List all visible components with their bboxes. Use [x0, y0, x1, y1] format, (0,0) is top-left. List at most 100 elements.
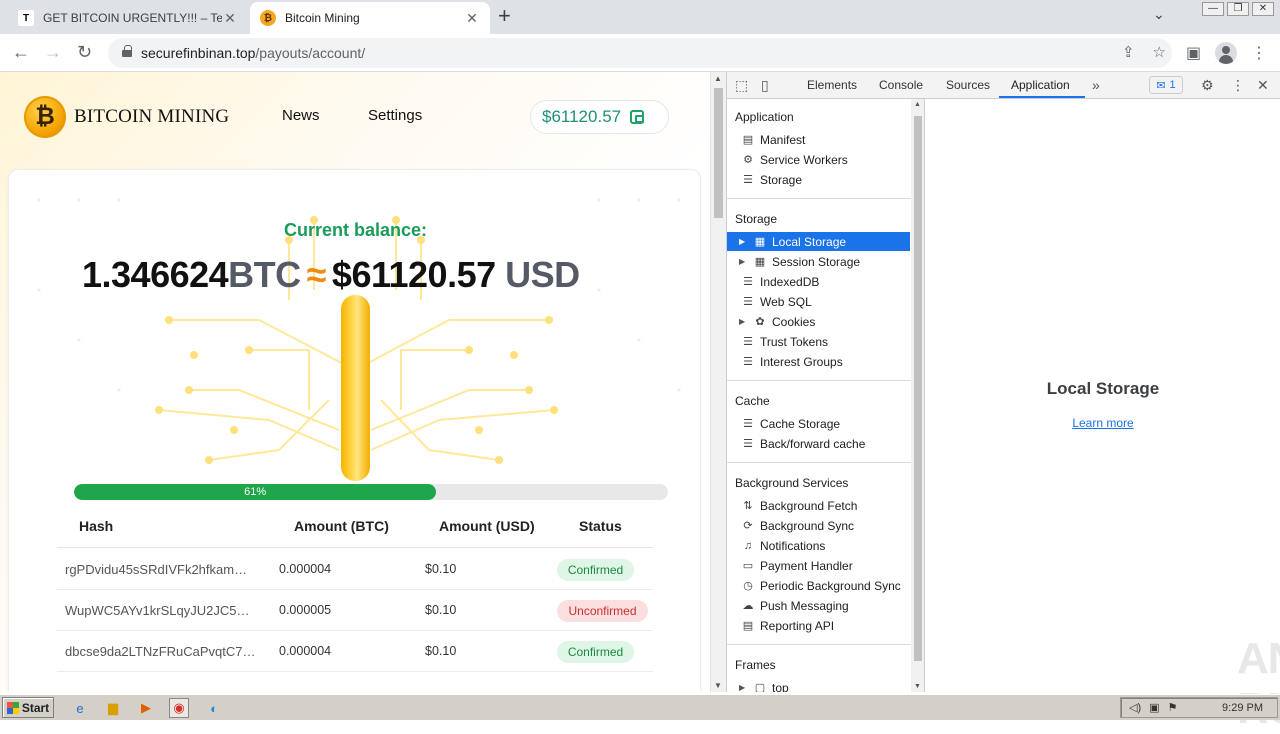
devtools-menu-icon[interactable]: ⋮: [1231, 77, 1245, 94]
sidebar-item-frame-top[interactable]: ▶ ▢ top: [727, 678, 910, 693]
lock-icon[interactable]: [122, 45, 132, 57]
share-icon[interactable]: ⇪: [1122, 43, 1135, 61]
clock[interactable]: 9:29 PM: [1222, 702, 1263, 714]
clock-icon: ◷: [743, 580, 753, 592]
tab-sources[interactable]: Sources: [946, 78, 990, 92]
forward-icon[interactable]: →: [44, 42, 62, 62]
back-icon[interactable]: ←: [12, 42, 30, 62]
device-toolbar-icon[interactable]: ▯: [761, 77, 769, 94]
sidebar-item-background-sync[interactable]: ⟳ Background Sync: [727, 516, 910, 535]
message-icon: ✉: [1156, 79, 1166, 92]
table-row-partial[interactable]: [57, 672, 653, 692]
header-balance-button[interactable]: $61120.57: [530, 100, 669, 134]
reload-icon[interactable]: ↻: [77, 42, 92, 62]
tab-elements[interactable]: Elements: [807, 78, 857, 92]
minimize-button[interactable]: —: [1202, 2, 1224, 16]
learn-more-link[interactable]: Learn more: [925, 416, 1280, 430]
divider: [727, 198, 911, 199]
network-icon[interactable]: ▣: [1149, 701, 1159, 714]
profile-avatar-icon[interactable]: [1215, 42, 1238, 64]
sidebar-item-cache-storage[interactable]: ☰ Cache Storage: [727, 414, 910, 433]
tx-hash[interactable]: rgPDvidu45sSRdIVFk2hfkam…: [65, 562, 261, 577]
more-tabs-chevron-icon[interactable]: »: [1092, 77, 1100, 93]
local-storage-title: Local Storage: [1046, 379, 1160, 398]
close-devtools-icon[interactable]: ✕: [1257, 77, 1269, 94]
close-tab-icon[interactable]: ✕: [222, 10, 238, 27]
sidebar-item-notifications[interactable]: ♫ Notifications: [727, 536, 910, 555]
sidebar-item-interest-groups[interactable]: ☰ Interest Groups: [727, 352, 910, 371]
site-logo[interactable]: ₿ BITCOIN MINING: [24, 96, 229, 138]
table-row[interactable]: WupWC5AYv1krSLqyJU2JC5… 0.000005 $0.10 U…: [57, 590, 653, 631]
sidebar-item-storage[interactable]: ☰ Storage: [727, 170, 910, 189]
scroll-up-arrow-icon[interactable]: ▲: [714, 74, 722, 83]
expand-arrow-icon[interactable]: ▶: [739, 683, 749, 692]
sidebar-item-reporting-api[interactable]: ▤ Reporting API: [727, 616, 910, 635]
gear-icon: ⚙: [743, 154, 753, 166]
tx-hash[interactable]: WupWC5AYv1krSLqyJU2JC5…: [65, 603, 261, 618]
ie-icon[interactable]: e: [70, 698, 90, 718]
new-tab-button[interactable]: +: [498, 5, 511, 27]
tab-bitcoin-mining[interactable]: ₿ Bitcoin Mining ✕: [250, 2, 490, 34]
progress-fill: 61%: [74, 484, 437, 500]
tx-amount-usd: $0.10: [425, 603, 457, 617]
sidebar-item-cookies[interactable]: ▶ ✿ Cookies: [727, 312, 910, 331]
sidebar-item-payment-handler[interactable]: ▭ Payment Handler: [727, 556, 910, 575]
sidebar-item-service-workers[interactable]: ⚙ Service Workers: [727, 150, 910, 169]
sidebar-item-background-fetch[interactable]: ⇅ Background Fetch: [727, 496, 910, 515]
sidebar-scrollbar[interactable]: ▲ ▼: [911, 99, 924, 692]
divider: [727, 380, 911, 381]
section-cache: Cache: [735, 394, 770, 408]
scrollbar-thumb[interactable]: [914, 116, 922, 661]
chrome-icon[interactable]: ◉: [169, 698, 189, 718]
nav-settings[interactable]: Settings: [368, 107, 422, 124]
issues-badge[interactable]: ✉ 1: [1149, 76, 1183, 94]
file-icon: ▤: [742, 620, 754, 632]
expand-arrow-icon[interactable]: ▶: [739, 257, 749, 266]
page-scrollbar[interactable]: ▲ ▼: [710, 72, 726, 692]
edge-icon[interactable]: ◐: [204, 698, 224, 718]
maximize-button[interactable]: ❐: [1227, 2, 1249, 16]
nav-news[interactable]: News: [282, 107, 320, 124]
telegraph-favicon-icon: T: [18, 10, 34, 26]
close-window-button[interactable]: ✕: [1252, 2, 1274, 16]
page-viewport: ₿ BITCOIN MINING News Settings $61120.57: [0, 72, 710, 692]
cookie-icon: ✿: [755, 316, 765, 328]
tx-hash[interactable]: dbcse9da2LTNzFRuCaPvqtC7…: [65, 644, 261, 659]
sidebar-item-web-sql[interactable]: ☰ Web SQL: [727, 292, 910, 311]
address-bar[interactable]: securefinbinan.top/payouts/account/ ⇪ ☆: [108, 38, 1172, 68]
tab-telegraph[interactable]: T GET BITCOIN URGENTLY!!! – Telegra ✕: [8, 2, 248, 34]
scroll-up-arrow-icon[interactable]: ▲: [914, 101, 921, 108]
media-player-icon[interactable]: ▶: [136, 698, 156, 718]
sidebar-item-periodic-background-sync[interactable]: ◷ Periodic Background Sync: [727, 576, 910, 595]
inspect-element-icon[interactable]: ⬚: [735, 77, 748, 94]
database-icon: ☰: [743, 276, 753, 288]
sidebar-item-push-messaging[interactable]: ☁ Push Messaging: [727, 596, 910, 615]
volume-icon[interactable]: ◁): [1129, 701, 1141, 714]
action-center-flag-icon[interactable]: ⚑: [1168, 701, 1178, 714]
divider: [727, 462, 911, 463]
table-row[interactable]: rgPDvidu45sSRdIVFk2hfkam… 0.000004 $0.10…: [57, 549, 653, 590]
menu-kebab-icon[interactable]: ⋮: [1251, 43, 1267, 63]
scrollbar-thumb[interactable]: [714, 88, 723, 218]
sidebar-item-manifest[interactable]: ▤ Manifest: [727, 130, 910, 149]
expand-arrow-icon[interactable]: ▶: [739, 317, 749, 326]
sidebar-item-trust-tokens[interactable]: ☰ Trust Tokens: [727, 332, 910, 351]
scroll-down-arrow-icon[interactable]: ▼: [914, 683, 921, 690]
sidebar-item-session-storage[interactable]: ▶ ▦ Session Storage: [727, 252, 910, 271]
table-row[interactable]: dbcse9da2LTNzFRuCaPvqtC7… 0.000004 $0.10…: [57, 631, 653, 672]
scroll-down-arrow-icon[interactable]: ▼: [714, 681, 722, 690]
sidebar-item-indexeddb[interactable]: ☰ IndexedDB: [727, 272, 910, 291]
tab-console[interactable]: Console: [879, 78, 923, 92]
close-tab-icon[interactable]: ✕: [464, 10, 480, 27]
side-panel-icon[interactable]: ▣: [1186, 43, 1201, 63]
sidebar-item-bfcache[interactable]: ☰ Back/forward cache: [727, 434, 910, 453]
start-button[interactable]: Start: [2, 697, 54, 718]
balance-card: Current balance: 1.346624BTC ≈ $61120.57 U…: [8, 169, 701, 692]
settings-gear-icon[interactable]: ⚙: [1201, 77, 1214, 94]
expand-arrow-icon[interactable]: ▶: [739, 237, 749, 246]
sidebar-item-local-storage[interactable]: ▶ ▦ Local Storage: [727, 232, 910, 251]
folder-icon[interactable]: ▆: [103, 698, 123, 718]
tab-application[interactable]: Application: [1011, 78, 1070, 92]
tab-search-chevron-icon[interactable]: ⌄: [1153, 6, 1165, 23]
bookmark-star-icon[interactable]: ☆: [1153, 43, 1166, 61]
